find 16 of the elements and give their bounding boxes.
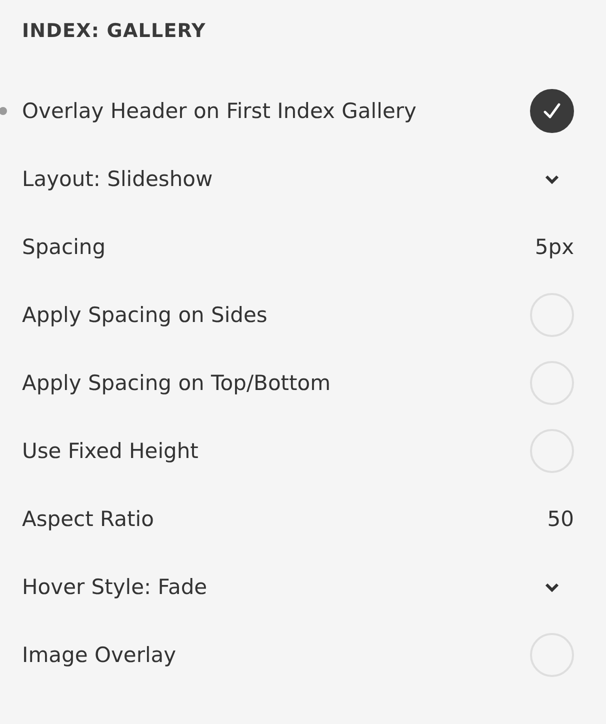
setting-label: Apply Spacing on Top/Bottom	[22, 370, 331, 397]
setting-label: Use Fixed Height	[22, 438, 198, 465]
toggle-button[interactable]	[530, 89, 574, 133]
setting-label: Overlay Header on First Index Gallery	[22, 98, 416, 125]
dropdown-select[interactable]: Layout: Slideshow	[22, 165, 574, 193]
dropdown-select[interactable]: Hover Style: Fade	[22, 573, 574, 601]
section-title: INDEX: GALLERY	[22, 19, 206, 44]
chevron-down-icon	[545, 174, 559, 184]
chevron-down-icon	[545, 582, 559, 592]
setting-label: Apply Spacing on Sides	[22, 302, 268, 329]
setting-label: Spacing	[22, 234, 106, 261]
setting-label: Image Overlay	[22, 642, 176, 669]
checkmark-icon	[543, 103, 561, 119]
setting-value[interactable]: 5px	[534, 233, 574, 261]
setting-label: Aspect Ratio	[22, 506, 154, 533]
setting-value[interactable]: 50	[547, 505, 574, 533]
